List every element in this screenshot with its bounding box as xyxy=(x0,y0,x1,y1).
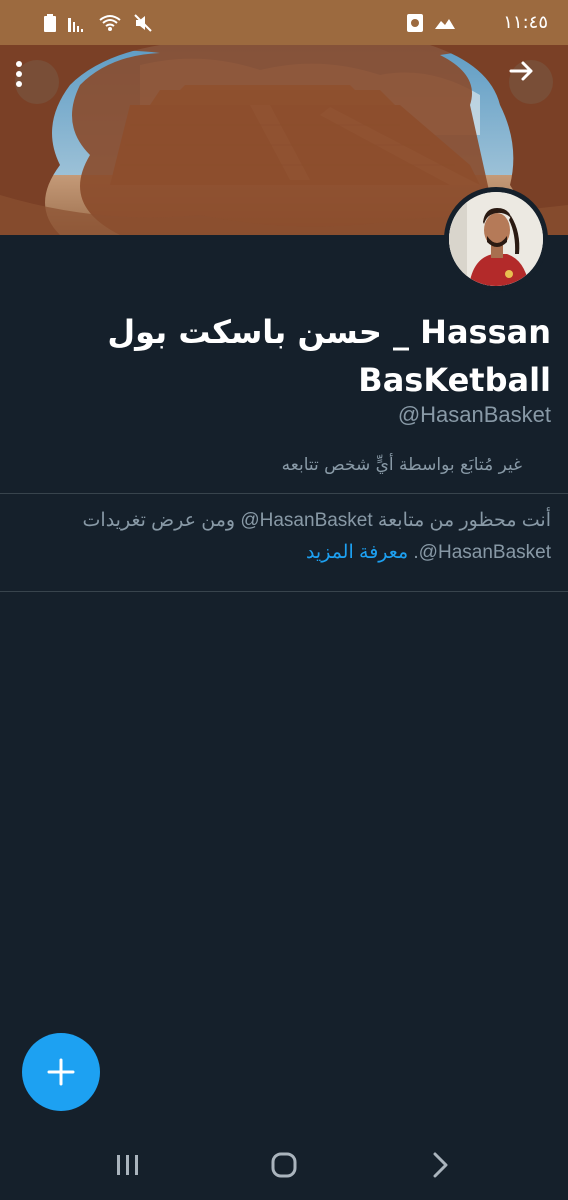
more-vertical-icon xyxy=(16,61,22,87)
battery-icon xyxy=(44,13,56,32)
compose-tweet-button[interactable] xyxy=(22,1033,100,1111)
system-nav-bar xyxy=(0,1130,568,1200)
more-options-button[interactable] xyxy=(15,60,59,104)
plus-icon xyxy=(47,1058,75,1086)
wifi-icon xyxy=(99,14,121,31)
nav-back-icon xyxy=(433,1152,448,1178)
status-icons-right: ١١:٤٥ xyxy=(407,12,548,33)
avatar-image xyxy=(449,192,543,286)
blocked-notice: أنت محظور من متابعة HasanBasket@ ومن عرض… xyxy=(31,505,551,569)
nav-back-button[interactable] xyxy=(410,1135,470,1195)
recents-icon xyxy=(117,1155,138,1175)
home-icon xyxy=(271,1152,297,1178)
divider xyxy=(0,591,568,592)
recents-button[interactable] xyxy=(98,1135,158,1195)
learn-more-link[interactable]: معرفة المزيد xyxy=(306,542,408,563)
arrow-left-icon xyxy=(509,61,533,81)
follow-status-text: غير مُتابَع بواسطة أيٍّ شخص تتابعه xyxy=(281,455,522,475)
gallery-icon xyxy=(435,18,456,29)
divider xyxy=(0,493,568,494)
back-button[interactable] xyxy=(509,60,553,104)
status-bar: ١١:٤٥ xyxy=(0,0,568,45)
signal-icon xyxy=(68,17,83,32)
profile-handle: @HasanBasket xyxy=(397,402,551,427)
profile-avatar[interactable] xyxy=(444,187,548,291)
mute-icon xyxy=(134,13,152,32)
profile-name: حسن باسكت بول _ Hassan BasKetball xyxy=(107,313,551,399)
home-button[interactable] xyxy=(254,1135,314,1195)
status-time: ١١:٤٥ xyxy=(503,12,548,33)
notification-icon xyxy=(407,13,424,32)
status-icons-left xyxy=(44,13,152,32)
